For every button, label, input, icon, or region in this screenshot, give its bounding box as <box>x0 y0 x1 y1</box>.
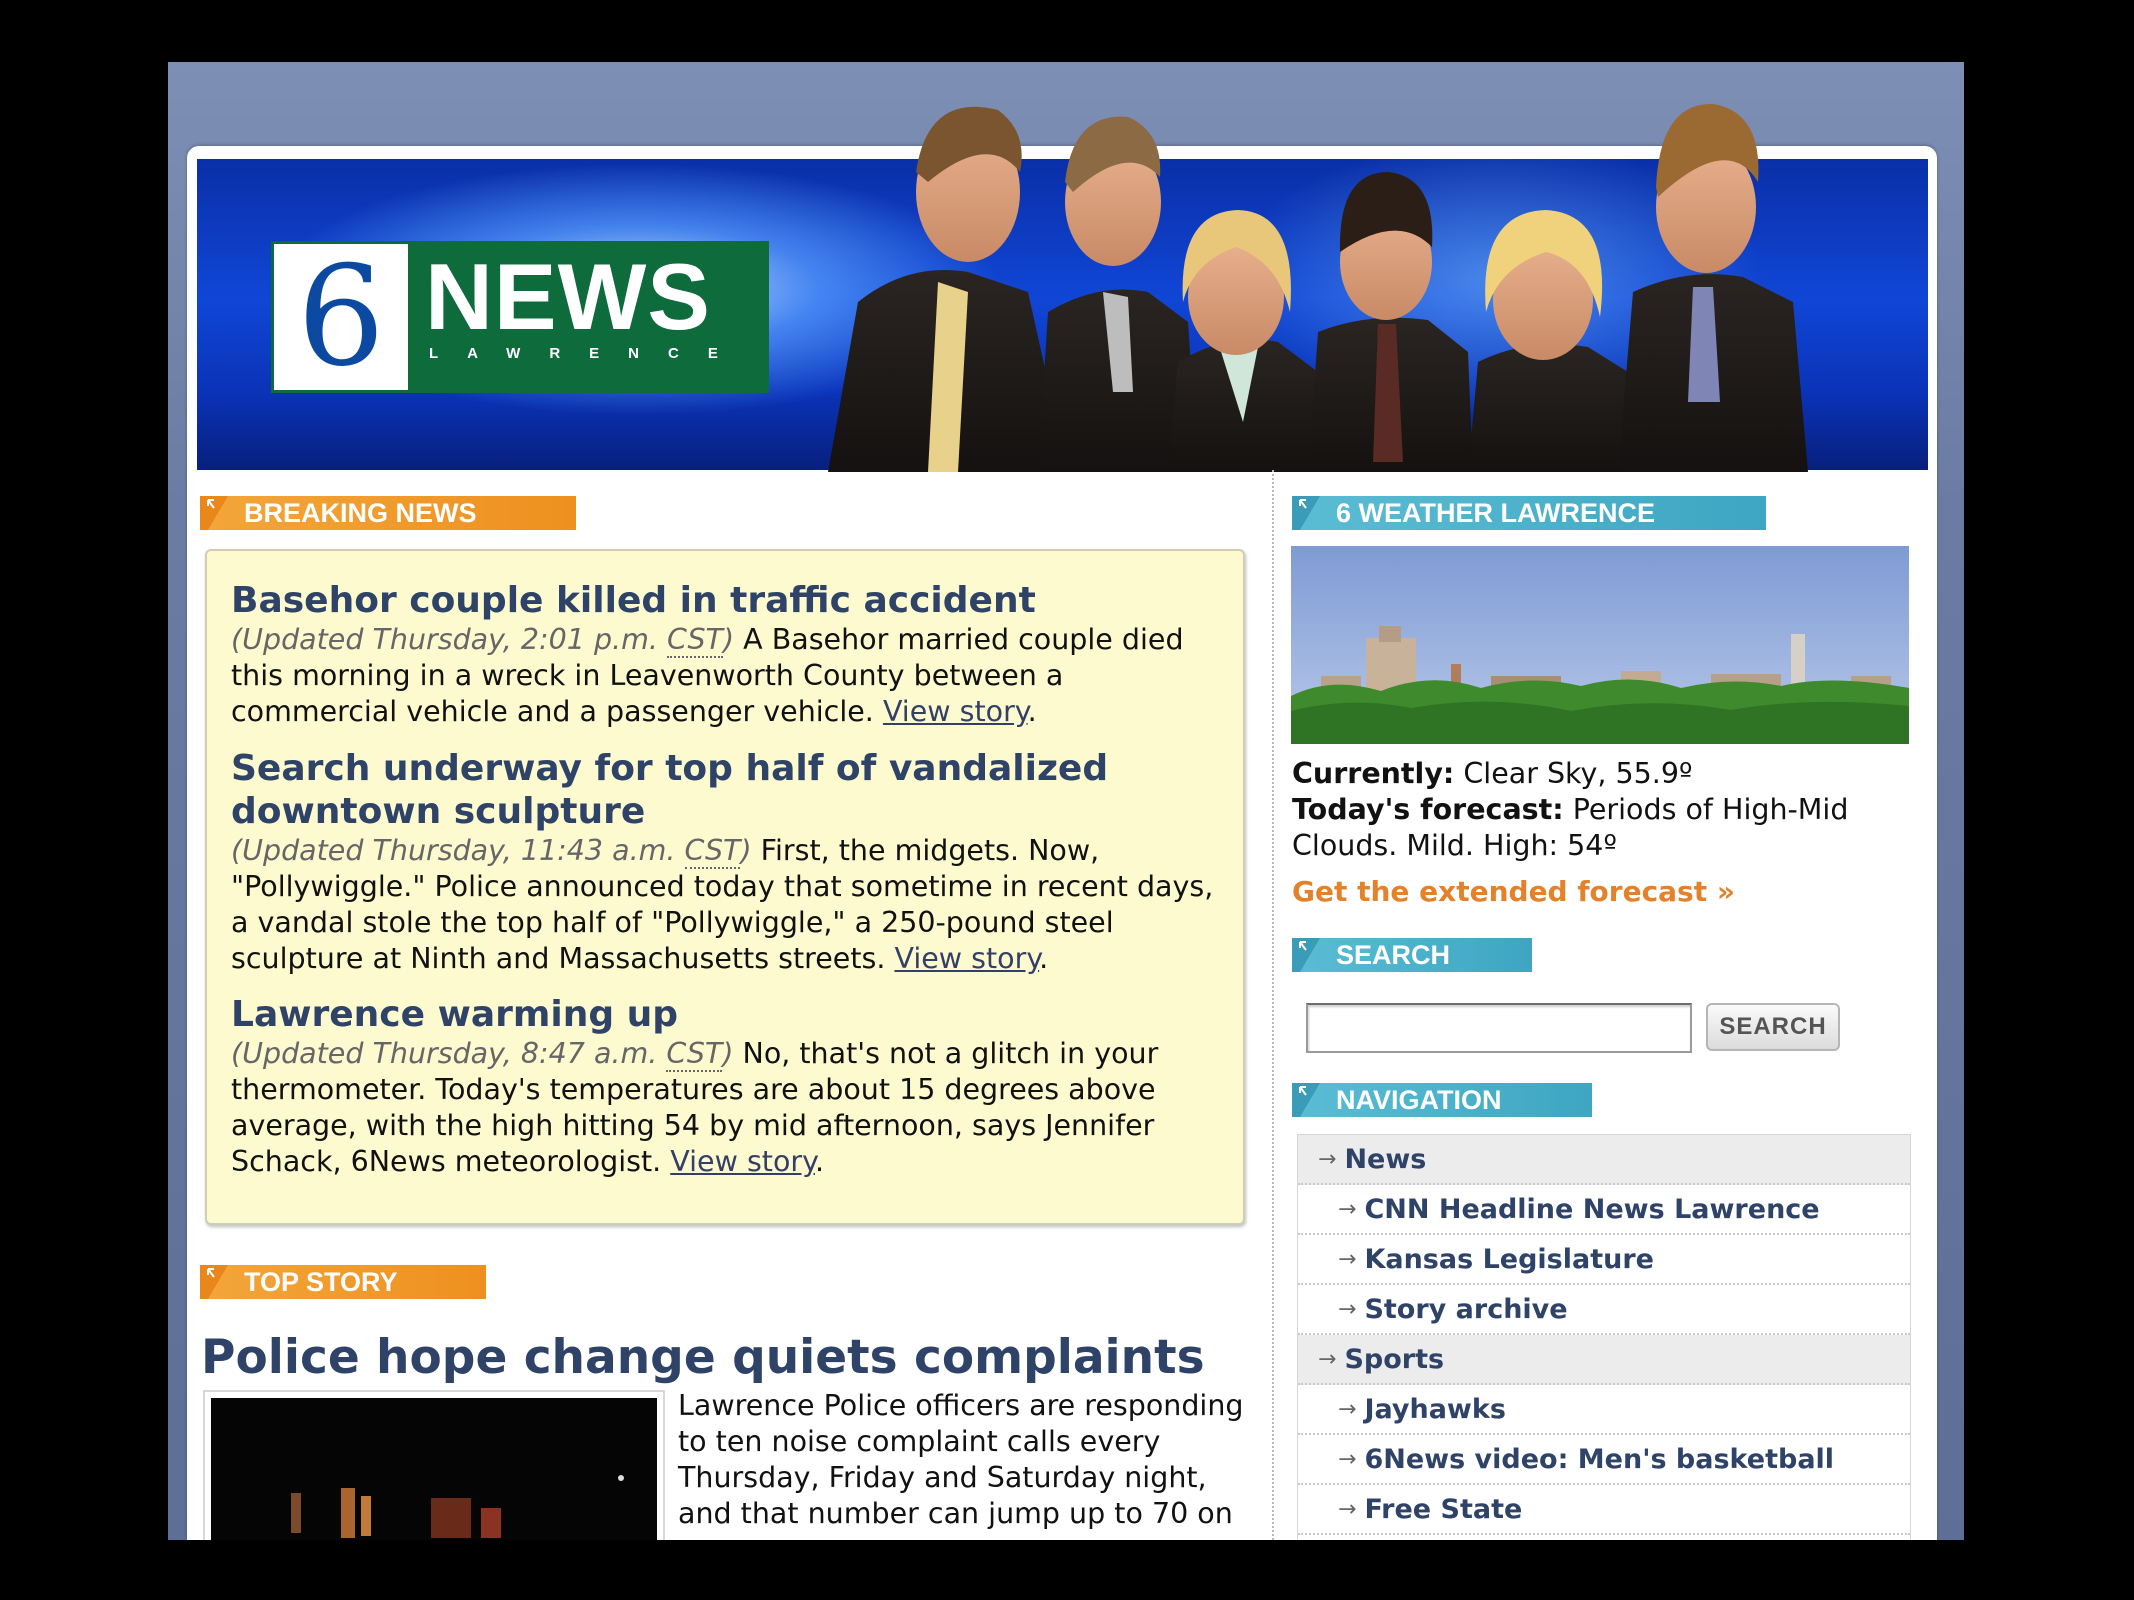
arrow-right-icon: → <box>1318 1146 1337 1172</box>
nav-item-cnn-headline-news[interactable]: → CNN Headline News Lawrence <box>1298 1185 1910 1235</box>
story-summary: (Updated Thursday, 2:01 p.m. CST) A Base… <box>231 623 1184 728</box>
weather-conditions: Currently: Clear Sky, 55.9º Today's fore… <box>1292 756 1912 864</box>
search-button[interactable]: SEARCH <box>1706 1003 1840 1051</box>
nav-item-news[interactable]: → News <box>1298 1135 1910 1185</box>
story-title[interactable]: Lawrence warming up <box>231 993 1231 1036</box>
nav-item-mens-basketball-video[interactable]: → 6News video: Men's basketball <box>1298 1435 1910 1485</box>
logo-city: LAWRENCE <box>429 345 747 362</box>
logo-word: NEWS <box>425 244 711 349</box>
story-summary: (Updated Thursday, 11:43 a.m. CST) First… <box>231 834 1214 975</box>
weather-label: 6 WEATHER LAWRENCE <box>1336 498 1656 528</box>
masthead-banner: 6 NEWS LAWRENCE <box>197 159 1928 470</box>
top-story-headline[interactable]: Police hope change quiets complaints <box>201 1330 1205 1385</box>
forecast-label: Today's forecast: <box>1292 793 1564 826</box>
arrow-right-icon: → <box>1338 1246 1357 1272</box>
breaking-story: Basehor couple killed in traffic acciden… <box>231 579 1231 730</box>
breaking-news-heading: BREAKING NEWS <box>200 496 576 530</box>
story-title[interactable]: Search underway for top half of vandaliz… <box>231 747 1231 833</box>
navigation-heading: NAVIGATION <box>1292 1083 1592 1117</box>
breaking-news-label: BREAKING NEWS <box>244 498 477 528</box>
arrow-right-icon: → <box>1338 1296 1357 1322</box>
top-story-label: TOP STORY <box>244 1267 398 1297</box>
view-story-link[interactable]: View story <box>883 695 1028 728</box>
weather-heading: 6 WEATHER LAWRENCE <box>1292 496 1766 530</box>
story-updated: (Updated Thursday, 8:47 a.m. CST) <box>231 1037 734 1072</box>
view-story-link[interactable]: View story <box>894 942 1039 975</box>
arrow-right-icon: → <box>1338 1496 1357 1522</box>
arrow-right-icon: → <box>1338 1446 1357 1472</box>
column-divider <box>1272 470 1274 1540</box>
nav-item-jayhawks[interactable]: → Jayhawks <box>1298 1385 1910 1435</box>
site-logo[interactable]: 6 NEWS LAWRENCE <box>271 241 769 393</box>
top-story-text: Lawrence Police officers are responding … <box>678 1389 1244 1530</box>
arrow-right-icon: → <box>1318 1346 1337 1372</box>
nav-item-sports[interactable]: → Sports <box>1298 1335 1910 1385</box>
search-label: SEARCH <box>1336 940 1451 970</box>
top-story-heading: TOP STORY <box>200 1265 486 1299</box>
story-summary: (Updated Thursday, 8:47 a.m. CST) No, th… <box>231 1037 1159 1178</box>
navigation-label: NAVIGATION <box>1336 1085 1502 1115</box>
logo-wordmark: NEWS LAWRENCE <box>411 241 769 393</box>
skyline-illustration <box>1291 546 1909 744</box>
currently-value: Clear Sky, 55.9º <box>1454 757 1693 790</box>
search-heading: SEARCH <box>1292 938 1532 972</box>
breaking-story: Lawrence warming up (Updated Thursday, 8… <box>231 993 1231 1180</box>
section-arrow-icon <box>200 496 228 530</box>
nav-item-kansas-legislature[interactable]: → Kansas Legislature <box>1298 1235 1910 1285</box>
breaking-news-box: Basehor couple killed in traffic acciden… <box>205 549 1245 1225</box>
nav-item-free-state[interactable]: → Free State <box>1298 1485 1910 1535</box>
arrow-right-icon: → <box>1338 1396 1357 1422</box>
section-arrow-icon <box>1292 938 1320 972</box>
breaking-story: Search underway for top half of vandaliz… <box>231 747 1231 977</box>
nav-item-story-archive[interactable]: → Story archive <box>1298 1285 1910 1335</box>
view-story-link[interactable]: View story <box>670 1145 815 1178</box>
story-updated: (Updated Thursday, 11:43 a.m. CST) <box>231 834 752 869</box>
section-arrow-icon <box>1292 496 1320 530</box>
logo-number: 6 <box>274 244 408 390</box>
story-title[interactable]: Basehor couple killed in traffic acciden… <box>231 579 1231 622</box>
section-arrow-icon <box>200 1265 228 1299</box>
currently-label: Currently: <box>1292 757 1455 790</box>
search-input[interactable] <box>1306 1003 1692 1053</box>
screen-bottom-band <box>0 1540 2134 1600</box>
section-arrow-icon <box>1292 1083 1320 1117</box>
navigation-menu: → News → CNN Headline News Lawrence → Kansa… <box>1297 1134 1911 1546</box>
weather-skyline-image[interactable] <box>1291 546 1909 744</box>
story-updated: (Updated Thursday, 2:01 p.m. CST) <box>231 623 735 658</box>
arrow-right-icon: → <box>1338 1196 1357 1222</box>
extended-forecast-link[interactable]: Get the extended forecast » <box>1292 875 1735 908</box>
